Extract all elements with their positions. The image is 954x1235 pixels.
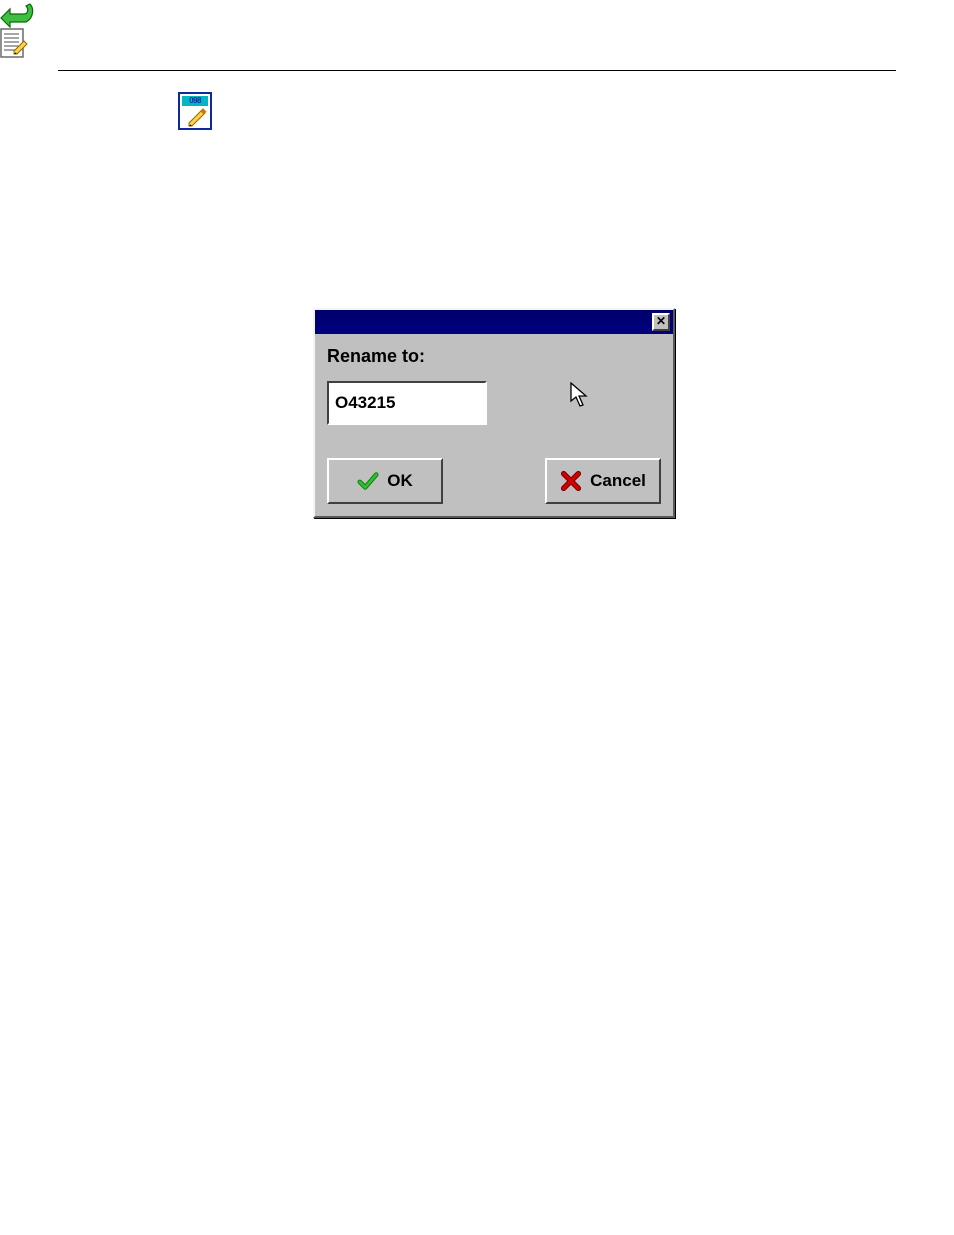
rename-program-icon: 098 [178,92,212,130]
close-icon: ✕ [656,314,666,328]
dialog-button-row: OK Cancel [327,458,661,504]
x-icon [560,470,582,492]
undo-icon [0,0,36,28]
ok-button[interactable]: OK [327,458,443,504]
ok-button-label: OK [387,471,413,491]
rename-label: Rename to: [327,346,661,367]
close-button[interactable]: ✕ [652,313,670,331]
cursor-icon [570,382,590,408]
dialog-body: Rename to: [315,334,673,437]
dialog-titlebar[interactable]: ✕ [315,310,673,334]
cancel-button[interactable]: Cancel [545,458,661,504]
rename-dialog: ✕ Rename to: OK [313,308,675,518]
cancel-button-label: Cancel [590,471,646,491]
horizontal-rule [58,70,896,71]
check-icon [357,470,379,492]
pencil-icon [186,105,210,129]
rename-input[interactable] [327,381,487,425]
edit-document-icon [0,28,28,58]
